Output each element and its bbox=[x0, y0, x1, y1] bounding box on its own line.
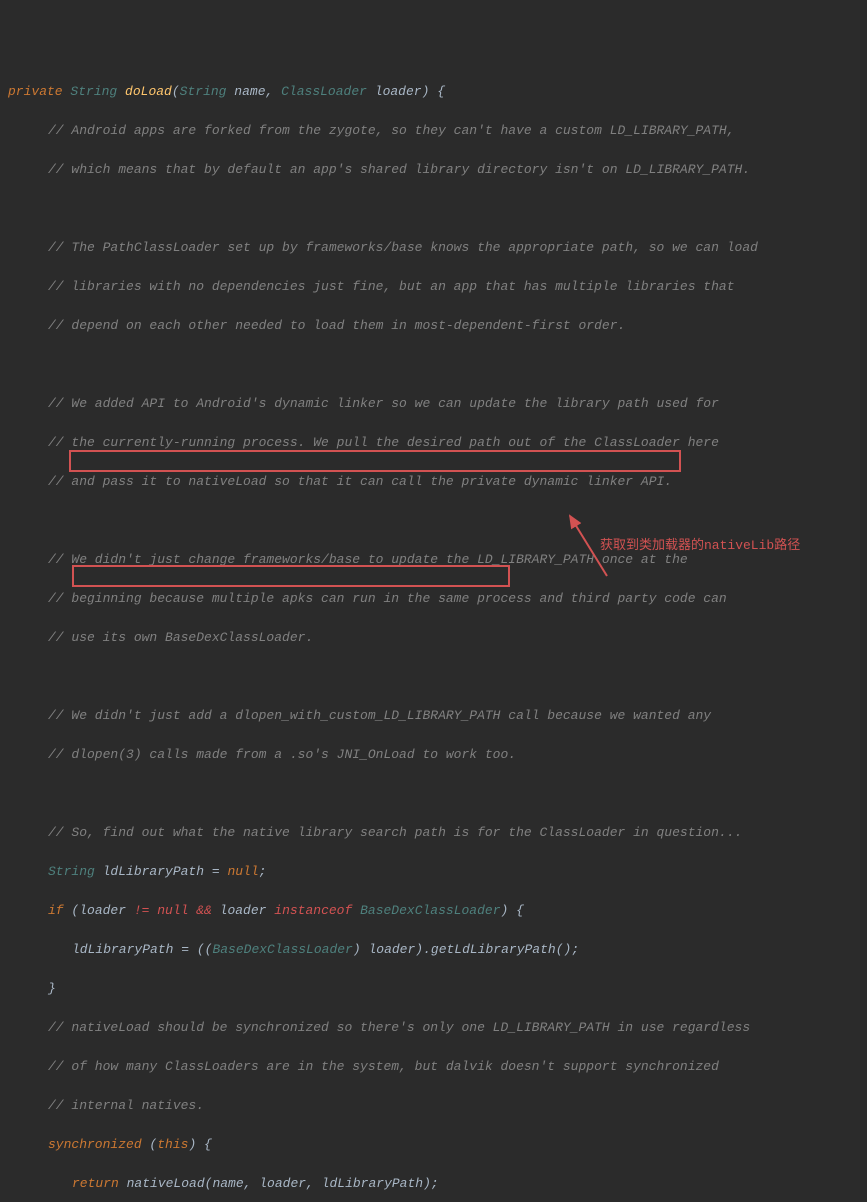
kw-return: return bbox=[72, 1176, 119, 1191]
return-line: return nativeLoad(name, loader, ldLibrar… bbox=[0, 1174, 867, 1194]
p2-name: loader bbox=[375, 84, 422, 99]
blank-line bbox=[0, 667, 867, 687]
args: (name, loader, ldLibraryPath); bbox=[205, 1176, 439, 1191]
blank-line bbox=[0, 511, 867, 531]
native-load: nativeLoad bbox=[127, 1176, 205, 1191]
method-signature: private String doLoad(String name, Class… bbox=[0, 82, 867, 102]
cond-red: != null && bbox=[134, 903, 220, 918]
kw-null: null bbox=[227, 864, 258, 879]
comment-line: // Android apps are forked from the zygo… bbox=[0, 121, 867, 141]
sync-line: synchronized (this) { bbox=[0, 1135, 867, 1155]
return-type: String bbox=[70, 84, 117, 99]
annotation-text: 获取到类加载器的nativeLib路径 bbox=[600, 536, 800, 556]
p1-type: String bbox=[180, 84, 227, 99]
kw-sync: synchronized bbox=[48, 1137, 142, 1152]
p2-type: ClassLoader bbox=[281, 84, 367, 99]
comment-line: // of how many ClassLoaders are in the s… bbox=[0, 1057, 867, 1077]
comment-line: // internal natives. bbox=[0, 1096, 867, 1116]
semicolon: ; bbox=[259, 864, 267, 879]
decl-name: ldLibraryPath = bbox=[95, 864, 228, 879]
lhs: ldLibraryPath = (( bbox=[72, 942, 212, 957]
comment-line: // nativeLoad should be synchronized so … bbox=[0, 1018, 867, 1038]
var-decl: String ldLibraryPath = null; bbox=[0, 862, 867, 882]
comment-line: // which means that by default an app's … bbox=[0, 160, 867, 180]
comment-line: // libraries with no dependencies just f… bbox=[0, 277, 867, 297]
close-if: } bbox=[0, 979, 867, 999]
method-name: doLoad bbox=[125, 84, 172, 99]
sync-open: ( bbox=[142, 1137, 158, 1152]
comment-line: // depend on each other needed to load t… bbox=[0, 316, 867, 336]
class-ref: BaseDexClassLoader bbox=[360, 903, 500, 918]
comment-line: // beginning because multiple apks can r… bbox=[0, 589, 867, 609]
cast-type: BaseDexClassLoader bbox=[212, 942, 352, 957]
if-open: (loader bbox=[64, 903, 134, 918]
blank-line bbox=[0, 355, 867, 375]
comment-line: // We added API to Android's dynamic lin… bbox=[0, 394, 867, 414]
if-close: ) { bbox=[501, 903, 524, 918]
if-line: if (loader != null && loader instanceof … bbox=[0, 901, 867, 921]
decl-type: String bbox=[48, 864, 95, 879]
comment-line: // So, find out what the native library … bbox=[0, 823, 867, 843]
sp bbox=[119, 1176, 127, 1191]
comment-line: // use its own BaseDexClassLoader. bbox=[0, 628, 867, 648]
comment-line: // dlopen(3) calls made from a .so's JNI… bbox=[0, 745, 867, 765]
kw-private: private bbox=[8, 84, 63, 99]
brace: { bbox=[429, 84, 445, 99]
kw-instanceof: instanceof bbox=[274, 903, 360, 918]
paren-open: ( bbox=[172, 84, 180, 99]
blank-line bbox=[0, 784, 867, 804]
comment-line: // the currently-running process. We pul… bbox=[0, 433, 867, 453]
blank-line bbox=[0, 199, 867, 219]
end: (); bbox=[556, 942, 579, 957]
kw-this: this bbox=[157, 1137, 188, 1152]
highlight-box-1 bbox=[69, 450, 681, 472]
comment-line: // We didn't just add a dlopen_with_cust… bbox=[0, 706, 867, 726]
call: getLdLibraryPath bbox=[431, 942, 556, 957]
comment-line: // The PathClassLoader set up by framewo… bbox=[0, 238, 867, 258]
comment-line: // and pass it to nativeLoad so that it … bbox=[0, 472, 867, 492]
mid: ) loader). bbox=[353, 942, 431, 957]
kw-if: if bbox=[48, 903, 64, 918]
sync-close: ) { bbox=[188, 1137, 211, 1152]
p1-name: name bbox=[234, 84, 265, 99]
loader2: loader bbox=[220, 903, 275, 918]
comma: , bbox=[266, 84, 282, 99]
assign-line: ldLibraryPath = ((BaseDexClassLoader) lo… bbox=[0, 940, 867, 960]
